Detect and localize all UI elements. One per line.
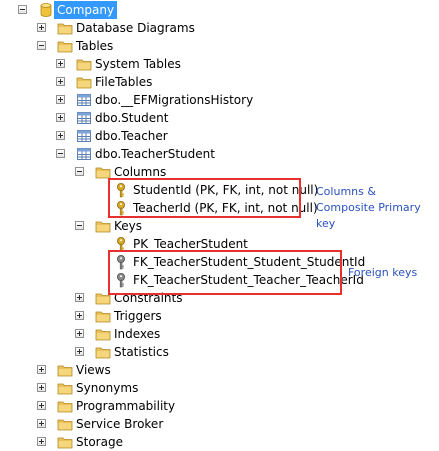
expand-icon[interactable] [37, 419, 46, 428]
expand-icon[interactable] [56, 77, 65, 86]
expand-icon[interactable] [37, 23, 46, 32]
tree-node-indexes[interactable]: Indexes [0, 325, 439, 343]
tree-node-label: Storage [76, 435, 123, 449]
collapse-icon[interactable] [75, 221, 84, 230]
tree-node-service-broker[interactable]: Service Broker [0, 415, 439, 433]
tree-node-label: Programmability [76, 399, 176, 413]
expand-icon[interactable] [56, 131, 65, 140]
tree-node-efmigrationshistory[interactable]: dbo.__EFMigrationsHistory [0, 91, 439, 109]
folder-icon [57, 362, 73, 378]
tree-node-label: FileTables [95, 75, 153, 89]
tree-node-system-tables[interactable]: System Tables [0, 55, 439, 73]
folder-icon [95, 218, 111, 234]
expand-icon[interactable] [37, 437, 46, 446]
tree-node-programmability[interactable]: Programmability [0, 397, 439, 415]
tree-node-label: Company [54, 1, 118, 19]
tree-node-label: Statistics [114, 345, 169, 359]
folder-icon [95, 326, 111, 342]
collapse-icon[interactable] [18, 5, 27, 14]
tree-node-label: dbo.Teacher [95, 129, 168, 143]
folder-icon [95, 344, 111, 360]
tree-node-label: Indexes [114, 327, 161, 341]
tree-node-tables[interactable]: Tables [0, 37, 439, 55]
tree-node-teacher[interactable]: dbo.Teacher [0, 127, 439, 145]
expand-icon[interactable] [56, 95, 65, 104]
expand-icon[interactable] [75, 329, 84, 338]
tree-node-triggers[interactable]: Triggers [0, 307, 439, 325]
tree-node-label: Database Diagrams [76, 21, 195, 35]
tree-node-label: dbo.TeacherStudent [95, 147, 215, 161]
folder-icon [57, 434, 73, 450]
columns-highlight-box [108, 178, 301, 218]
database-icon [38, 2, 54, 18]
folder-icon [57, 398, 73, 414]
foreign-keys-annotation: Foreign keys [348, 266, 418, 279]
tree-node-synonyms[interactable]: Synonyms [0, 379, 439, 397]
expand-icon[interactable] [75, 293, 84, 302]
collapse-icon[interactable] [75, 167, 84, 176]
tree-node-database-diagrams[interactable]: Database Diagrams [0, 19, 439, 37]
folder-icon [57, 380, 73, 396]
expand-icon[interactable] [37, 401, 46, 410]
folder-icon [76, 56, 92, 72]
tree-node-company[interactable]: Company [0, 1, 439, 19]
folder-icon [76, 74, 92, 90]
expand-icon[interactable] [56, 59, 65, 68]
collapse-icon[interactable] [56, 149, 65, 158]
tree-node-filetables[interactable]: FileTables [0, 73, 439, 91]
collapse-icon[interactable] [37, 41, 46, 50]
tree-node-views[interactable]: Views [0, 361, 439, 379]
table-icon [76, 110, 92, 126]
tree-node-teacherstudent[interactable]: dbo.TeacherStudent [0, 145, 439, 163]
tree-node-label: Views [76, 363, 111, 377]
tree-node-label: System Tables [95, 57, 181, 71]
tree-node-label: dbo.__EFMigrationsHistory [95, 93, 254, 107]
expand-icon[interactable] [37, 383, 46, 392]
table-icon [76, 92, 92, 108]
table-icon [76, 146, 92, 162]
tree-node-statistics[interactable]: Statistics [0, 343, 439, 361]
expand-icon[interactable] [37, 365, 46, 374]
folder-icon [95, 308, 111, 324]
tree-node-label: dbo.Student [95, 111, 169, 125]
foreign-keys-highlight-box [108, 250, 342, 295]
tree-node-label: Triggers [114, 309, 162, 323]
folder-icon [57, 20, 73, 36]
table-icon [76, 128, 92, 144]
columns-composite-pk-annotation: Columns & Composite Primary key [316, 185, 421, 230]
tree-node-label: Tables [76, 39, 114, 53]
tree-node-student[interactable]: dbo.Student [0, 109, 439, 127]
tree-node-storage[interactable]: Storage [0, 433, 439, 451]
expand-icon[interactable] [75, 311, 84, 320]
folder-icon [57, 38, 73, 54]
folder-icon [57, 416, 73, 432]
tree-node-label: Synonyms [76, 381, 139, 395]
tree-node-label: Keys [114, 219, 143, 233]
expand-icon[interactable] [56, 113, 65, 122]
tree-node-label: Service Broker [76, 417, 164, 431]
expand-icon[interactable] [75, 347, 84, 356]
